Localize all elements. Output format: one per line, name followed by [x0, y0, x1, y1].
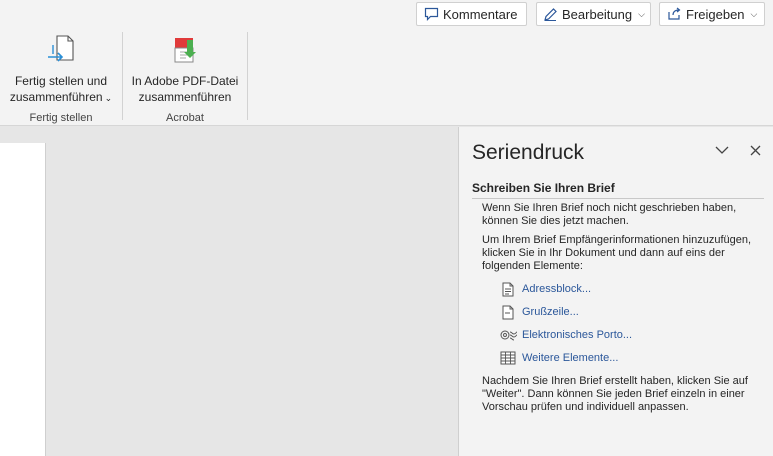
- group-label-finish: Fertig stellen: [29, 112, 93, 124]
- merge-to-pdf-button[interactable]: In Adobe PDF-Datei zusammenführen: [123, 32, 247, 105]
- table-icon: [499, 350, 517, 366]
- close-icon: [750, 145, 760, 155]
- share-button[interactable]: Freigeben ⌵: [659, 2, 765, 26]
- instruction-text: Um Ihrem Brief Empfängerinformationen hi…: [482, 234, 752, 272]
- address-block-link[interactable]: Adressblock...: [499, 280, 591, 298]
- ribbon-group-acrobat: In Adobe PDF-Datei zusammenführen Acroba…: [123, 32, 247, 124]
- finish-command-line1: Fertig stellen und: [14, 74, 108, 88]
- pane-close-button[interactable]: [744, 139, 766, 161]
- greeting-line-link[interactable]: Grußzeile...: [499, 303, 579, 321]
- intro-text: Wenn Sie Ihren Brief noch nicht geschrie…: [482, 202, 737, 227]
- share-icon: [666, 6, 682, 22]
- group-label-acrobat: Acrobat: [166, 112, 204, 124]
- electronic-postage-link[interactable]: Elektronisches Porto...: [499, 326, 632, 344]
- chevron-down-icon: ⌄: [104, 93, 113, 103]
- document-canvas: [0, 127, 458, 456]
- group-divider: [247, 32, 248, 120]
- greeting-line-label: Grußzeile...: [522, 306, 579, 318]
- editing-label: Bearbeitung: [562, 6, 633, 22]
- electronic-postage-label: Elektronisches Porto...: [522, 329, 633, 341]
- comments-label: Kommentare: [443, 6, 518, 22]
- pane-title: Seriendruck: [472, 141, 585, 164]
- pencil-icon: [543, 6, 558, 22]
- editing-mode-button[interactable]: Bearbeitung ⌵: [536, 2, 651, 26]
- postage-icon: [499, 327, 517, 343]
- ribbon-group-finish: Fertig stellen und zusammenführen ⌄ Ferti…: [0, 32, 122, 124]
- comment-icon: [423, 6, 439, 22]
- chevron-down-icon: ⌵: [638, 8, 645, 19]
- chevron-down-icon: ⌵: [750, 8, 758, 19]
- document-page[interactable]: [0, 143, 46, 456]
- mail-merge-pane: Seriendruck Schreiben Sie Ihren Brief We…: [458, 127, 773, 456]
- document-icon: [499, 304, 517, 320]
- finish-merge-icon: [48, 35, 74, 62]
- pane-options-button[interactable]: [711, 139, 733, 161]
- document-icon: [499, 281, 517, 297]
- pdf-merge-icon: [174, 38, 196, 63]
- finish-and-merge-button[interactable]: Fertig stellen und zusammenführen ⌄: [0, 32, 122, 106]
- footer-text: Nachdem Sie Ihren Brief erstellt haben, …: [482, 375, 748, 413]
- pdf-command-line2: zusammenführen: [138, 90, 232, 104]
- finish-command-line2: zusammenführen ⌄: [9, 90, 113, 104]
- more-items-link[interactable]: Weitere Elemente...: [499, 349, 618, 367]
- comments-button[interactable]: Kommentare: [416, 2, 527, 26]
- chevron-down-icon: [715, 146, 729, 154]
- share-label: Freigeben: [686, 6, 745, 22]
- pdf-command-line1: In Adobe PDF-Datei: [131, 74, 239, 88]
- address-block-label: Adressblock...: [522, 283, 592, 295]
- more-items-label: Weitere Elemente...: [522, 352, 619, 364]
- section-heading: Schreiben Sie Ihren Brief: [472, 181, 764, 199]
- ribbon: Kommentare Bearbeitung ⌵ Freigeben ⌵ Fer…: [0, 0, 773, 126]
